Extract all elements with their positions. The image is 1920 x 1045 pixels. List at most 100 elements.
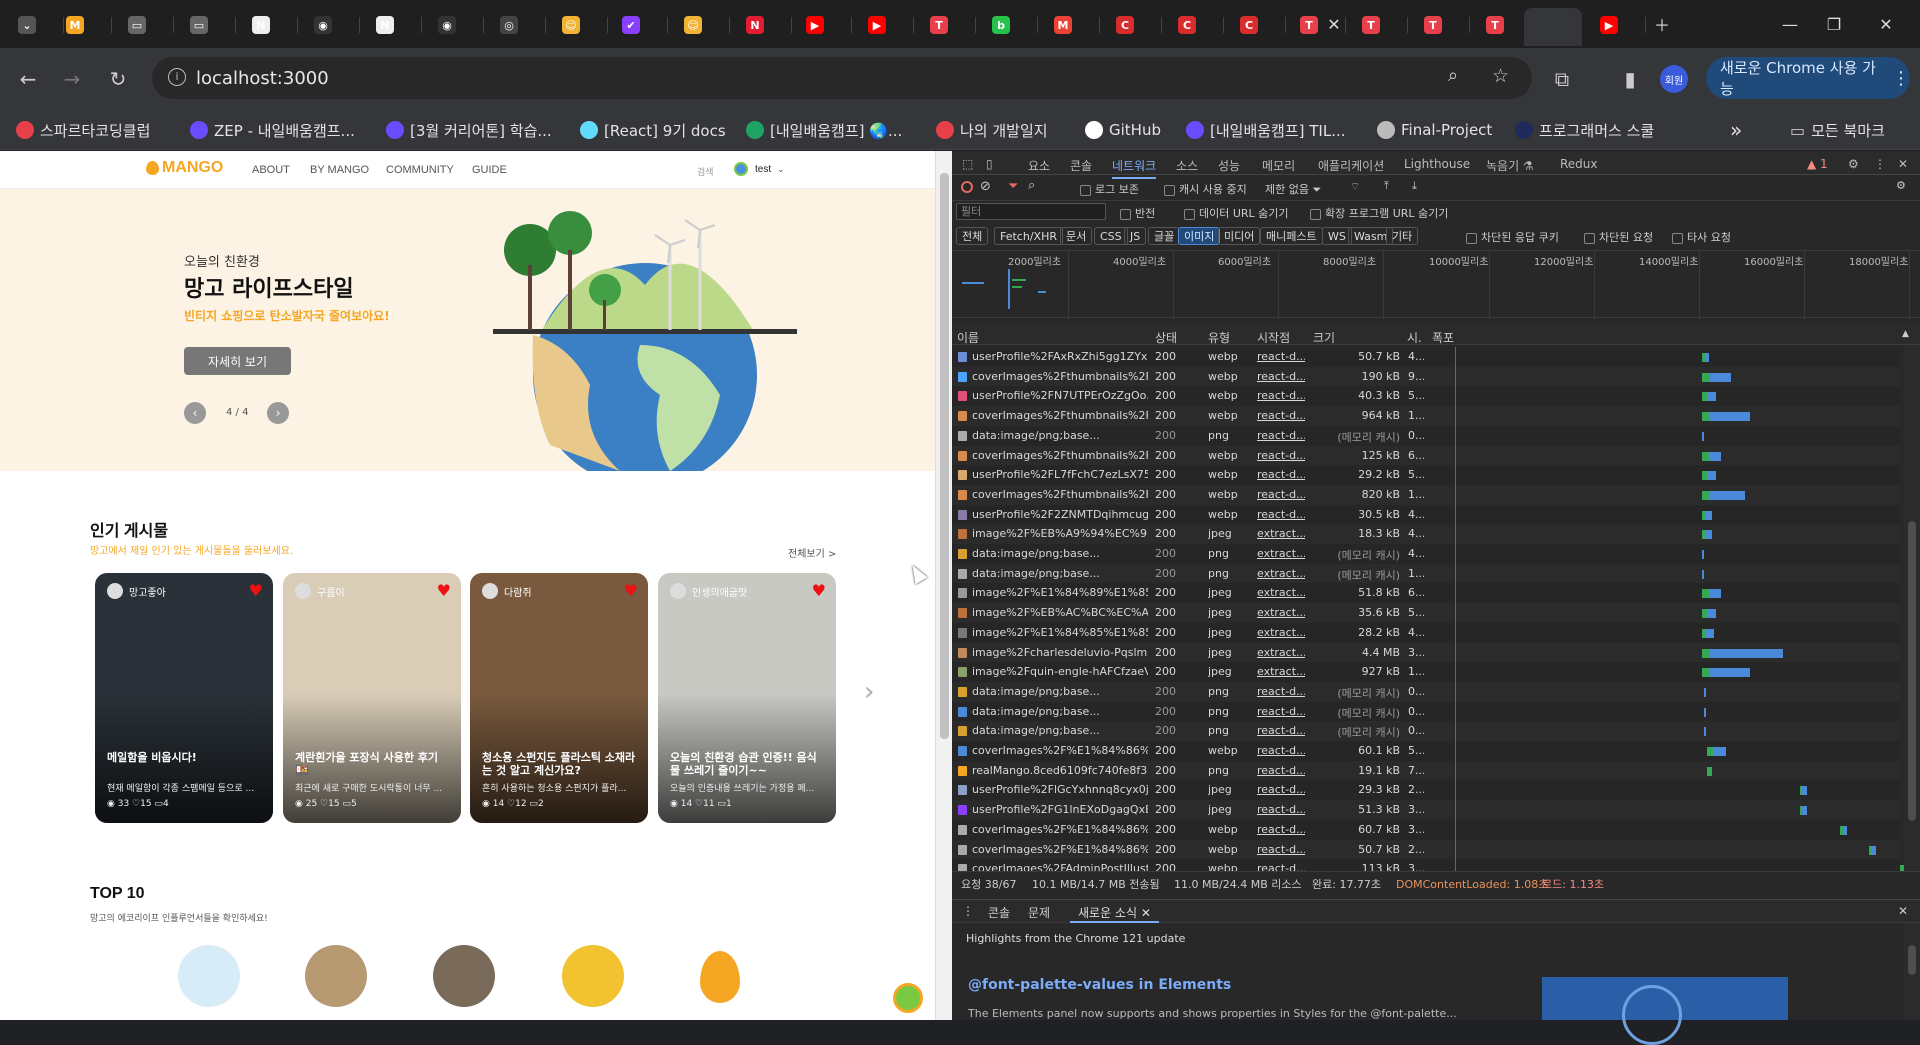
table-row[interactable]: image%2F%E1%84%85%E1%85... 200 jpeg extract… [952,622,1900,643]
cell-initiator[interactable]: react-d... [1257,764,1305,777]
cell-initiator[interactable]: react-d... [1257,685,1305,698]
network-settings-icon[interactable]: ⚙ [1896,179,1906,192]
table-row[interactable]: image%2Fcharlesdeluvio-Pqslmn... 200 jpeg e… [952,642,1900,663]
table-row[interactable]: data:image/png;base... 200 png react-d... (메… [952,425,1900,446]
table-row[interactable]: image%2F%EB%AC%BC%EC%A0... 200 jpeg extract… [952,603,1900,624]
nav-about[interactable]: ABOUT [252,164,290,176]
browser-tab[interactable]: M [56,10,112,40]
reload-icon[interactable]: ↻ [104,65,132,93]
table-row[interactable]: data:image/png;base... 200 png react-d... (메… [952,721,1900,742]
bookmark-item[interactable]: [3월 커리어톤] 학습... [386,118,552,142]
browser-tab[interactable]: ☺ [674,10,730,40]
clear-icon[interactable]: ⊘ [980,179,991,194]
side-panel-icon[interactable]: ▮ [1616,65,1644,93]
more-bookmarks-button[interactable]: » [1730,118,1742,142]
browser-tab[interactable]: M [1044,10,1100,40]
table-row[interactable]: data:image/png;base... 200 png react-d... (메… [952,701,1900,722]
post-card[interactable]: 망고좋아 ♥ 메일함을 비웁시다! 현재 메일함이 각종 스팸메일 등으로 ... ◉ … [95,573,273,823]
device-toggle-icon[interactable]: ▯ [986,157,993,171]
blocked-cookies-checkbox[interactable]: 차단된 응답 쿠키 [1466,229,1559,245]
col-initiator[interactable]: 시작점 [1257,329,1290,346]
like-heart-icon[interactable]: ♥ [812,581,826,600]
hero-detail-button[interactable]: 자세히 보기 [184,347,291,375]
table-row[interactable]: data:image/png;base... 200 png extract... (메… [952,544,1900,564]
table-row[interactable]: userProfile%2FG1lnEXoDgagQxE... 200 jpeg re… [952,800,1900,821]
col-size[interactable]: 크기 [1313,329,1335,346]
table-row[interactable]: userProfile%2FN7UTPErOzZgOo... 200 webp rea… [952,386,1900,407]
type-filter-chip[interactable]: CSS [1094,227,1128,245]
table-row[interactable]: coverImages%2F%E1%84%86%E... 200 webp react… [952,741,1900,761]
post-card[interactable]: 인생의애굽맛 ♥ 오늘의 친환경 습관 인증!! 음식물 쓰레기 줄이기~~ 오늘의 … [658,573,836,823]
table-scrollbar[interactable] [1904,345,1920,871]
cell-initiator[interactable]: react-d... [1257,370,1305,383]
browser-tab[interactable]: ☺ [552,10,608,40]
influencer-avatar[interactable] [562,945,624,1007]
browser-tab-active[interactable] [1524,8,1582,46]
browser-tab[interactable]: T [1414,10,1470,40]
cell-initiator[interactable]: react-d... [1257,862,1305,871]
devtools-close-icon[interactable]: ✕ [1898,157,1908,171]
third-party-checkbox[interactable]: 타사 요청 [1672,229,1731,245]
cell-initiator[interactable]: react-d... [1257,843,1305,856]
table-row[interactable]: coverImages%2Fthumbnails%2F... 200 webp rea… [952,445,1900,466]
post-card[interactable]: 다람쥐 ♥ 청소용 스펀지도 플라스틱 소재라는 것 알고 계신가요? 흔히 사용하는… [470,573,648,823]
drawer-tab-issues[interactable]: 문제 [1028,904,1050,921]
preserve-log-checkbox[interactable]: 로그 보존 [1080,181,1139,197]
bookmark-item[interactable]: GitHub [1085,118,1161,142]
cell-initiator[interactable]: react-d... [1257,508,1305,521]
nav-by-mango[interactable]: BY MANGO [310,164,369,176]
table-row[interactable]: image%2F%EB%A9%94%EC%9D... 200 jpeg extract… [952,524,1900,545]
nav-community[interactable]: COMMUNITY [386,164,454,176]
type-filter-chip[interactable]: 매니페스트 [1260,227,1323,245]
bookmark-item[interactable]: 나의 개발일지 [936,118,1048,142]
table-row[interactable]: image%2F%E1%84%89%E1%85... 200 jpeg extract… [952,583,1900,604]
card-author[interactable]: 망고좋아 [107,583,166,599]
close-tab-icon[interactable]: ✕ [1322,12,1346,36]
view-all-link[interactable]: 전체보기 > [788,545,836,560]
cell-initiator[interactable]: react-d... [1257,783,1305,796]
type-filter-chip[interactable]: 글꼴 [1148,227,1181,245]
cell-initiator[interactable]: react-d... [1257,350,1305,363]
site-logo[interactable]: MANGO [146,159,223,177]
page-scrollbar[interactable] [935,151,952,1020]
type-filter-chip[interactable]: Fetch/XHR [994,227,1063,245]
table-row[interactable]: coverImages%2F%E1%84%86%E... 200 webp react… [952,839,1900,860]
browser-tab[interactable]: ▶ [1590,10,1646,40]
import-har-icon[interactable]: ⤒ [1384,179,1389,193]
browser-tab[interactable]: ◉ [304,10,360,40]
drawer-tab-whatsnew[interactable]: 새로운 소식 ✕ [1070,900,1159,923]
nav-guide[interactable]: GUIDE [472,164,507,176]
table-row[interactable]: coverImages%2F%E1%84%86%E... 200 webp react… [952,819,1900,840]
user-menu-chevron-icon[interactable]: ⌄ [777,164,785,175]
record-icon[interactable] [961,181,973,193]
bookmark-item[interactable]: [내일배움캠프] TIL... [1186,118,1346,142]
type-filter-chip[interactable]: 이미지 [1178,227,1221,245]
table-row[interactable]: coverImages%2FAdminPostIllustr... 200 webp… [952,859,1904,871]
influencer-avatar[interactable] [433,945,495,1007]
influencer-avatar[interactable] [305,945,367,1007]
issues-warning-icon[interactable]: ▲ 1 [1807,157,1828,171]
type-filter-chip[interactable]: 문서 [1060,227,1093,245]
table-scrollbar-thumb[interactable] [1908,521,1916,821]
bookmark-item[interactable]: Final-Project [1377,118,1492,142]
cell-initiator[interactable]: extract... [1257,606,1305,619]
type-filter-chip[interactable]: 기타 [1386,227,1419,245]
browser-tab[interactable]: ▶ [858,10,914,40]
browser-tab[interactable]: ◎ [490,10,546,40]
close-window-button[interactable]: ✕ [1874,12,1898,36]
table-row[interactable]: data:image/png;base... 200 png react-d... (메… [952,681,1900,702]
drawer-tab-close-icon[interactable]: ✕ [1141,906,1151,920]
table-row[interactable]: userProfile%2FlGcYxhnnq8cyx0j9... 200 jpeg… [952,780,1900,801]
drawer-tab-console[interactable]: 콘솔 [988,904,1010,921]
cell-initiator[interactable]: react-d... [1257,429,1305,442]
address-bar[interactable]: i localhost:3000 ⌕ ☆ [152,57,1532,99]
cell-initiator[interactable]: react-d... [1257,803,1305,816]
site-info-icon[interactable]: i [168,68,186,86]
back-icon[interactable]: ← [14,65,42,93]
bookmark-item[interactable]: [React] 9기 docs [580,118,726,142]
browser-tab[interactable]: b [982,10,1038,40]
hide-ext-urls-checkbox[interactable]: 확장 프로그램 URL 숨기기 [1310,205,1448,221]
devtools-tab[interactable]: 요소 [1028,157,1050,174]
devtools-tab[interactable]: Lighthouse [1404,157,1470,171]
throttle-select[interactable]: 제한 없음 ⏷ [1265,181,1321,197]
